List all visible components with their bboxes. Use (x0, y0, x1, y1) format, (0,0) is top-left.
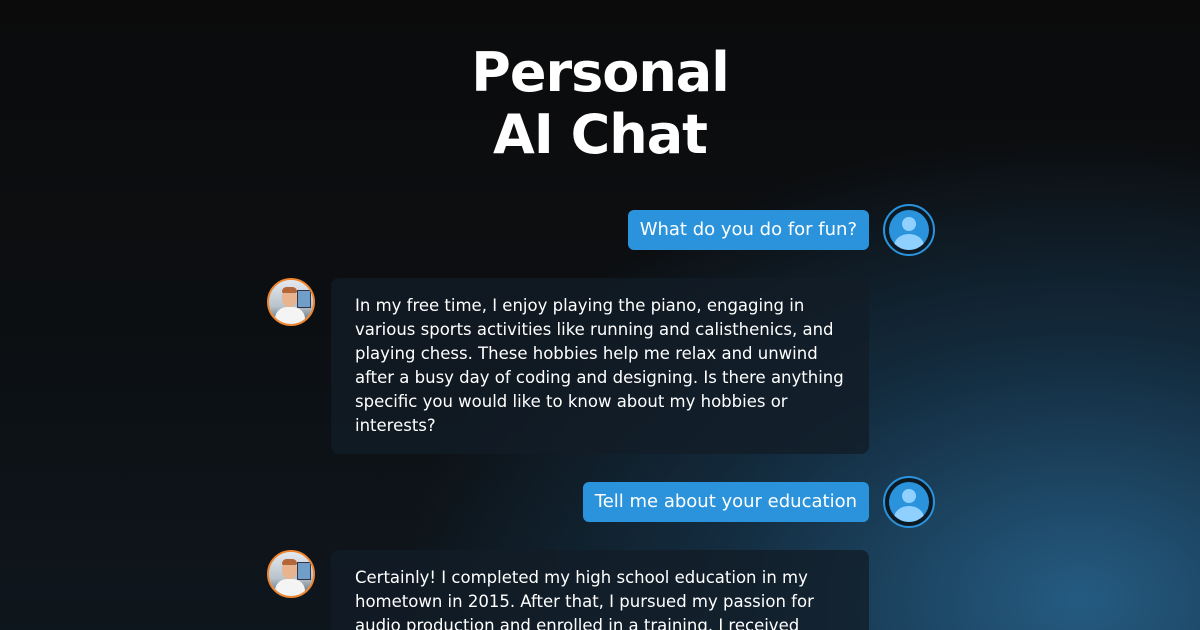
assistant-avatar (267, 278, 315, 326)
user-avatar-icon (883, 204, 935, 256)
user-avatar-icon (883, 476, 935, 528)
assistant-message-bubble: Certainly! I completed my high school ed… (331, 550, 869, 630)
title-line-1: Personal (471, 41, 729, 104)
user-message-bubble: What do you do for fun? (627, 210, 869, 250)
assistant-message-bubble: In my free time, I enjoy playing the pia… (331, 278, 869, 454)
page-title: Personal AI Chat (0, 42, 1200, 166)
assistant-avatar (267, 550, 315, 598)
user-message-bubble: Tell me about your education (582, 482, 869, 522)
title-line-2: AI Chat (492, 103, 708, 166)
